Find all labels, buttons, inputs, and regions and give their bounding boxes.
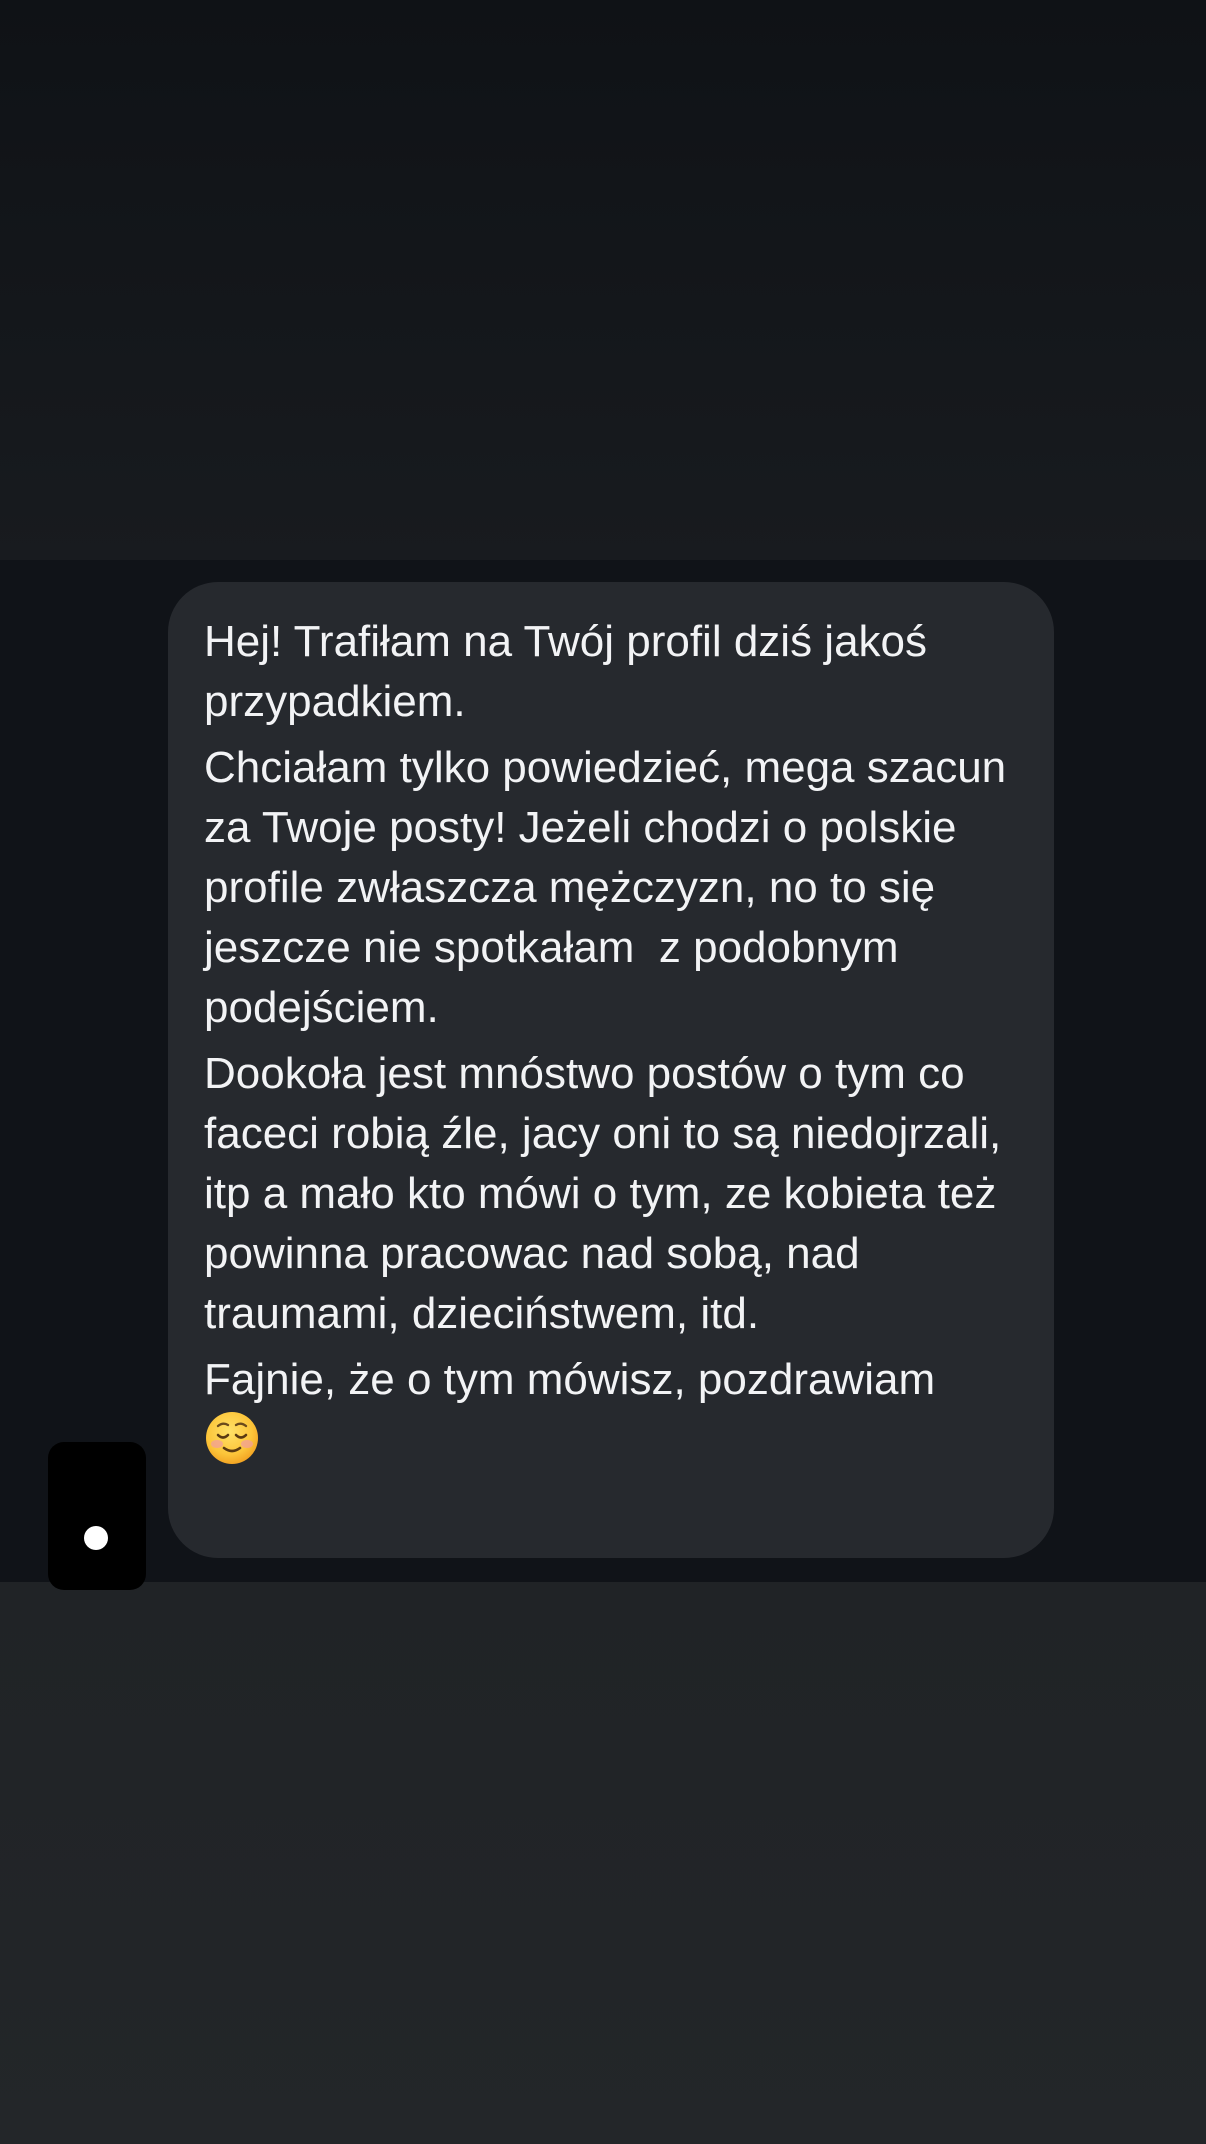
message-paragraph-1: Hej! Trafiłam na Twój profil dziś jakoś … [204, 617, 940, 726]
message-paragraph-3: Dookoła jest mnóstwo postów o tym co fac… [204, 1049, 1014, 1338]
message-bubble[interactable]: Hej! Trafiłam na Twój profil dziś jakoś … [168, 582, 1054, 1558]
message-paragraph-4-text: Fajnie, że o tym mówisz, pozdrawiam [204, 1355, 936, 1404]
sender-avatar[interactable] [48, 1442, 146, 1590]
smiling-face-icon [206, 1412, 258, 1464]
avatar-dot-icon [84, 1526, 108, 1550]
message-paragraph-4: Fajnie, że o tym mówisz, pozdrawiam [204, 1350, 1018, 1474]
message-paragraph-2: Chciałam tylko powiedzieć, mega szacun z… [204, 743, 1019, 1032]
